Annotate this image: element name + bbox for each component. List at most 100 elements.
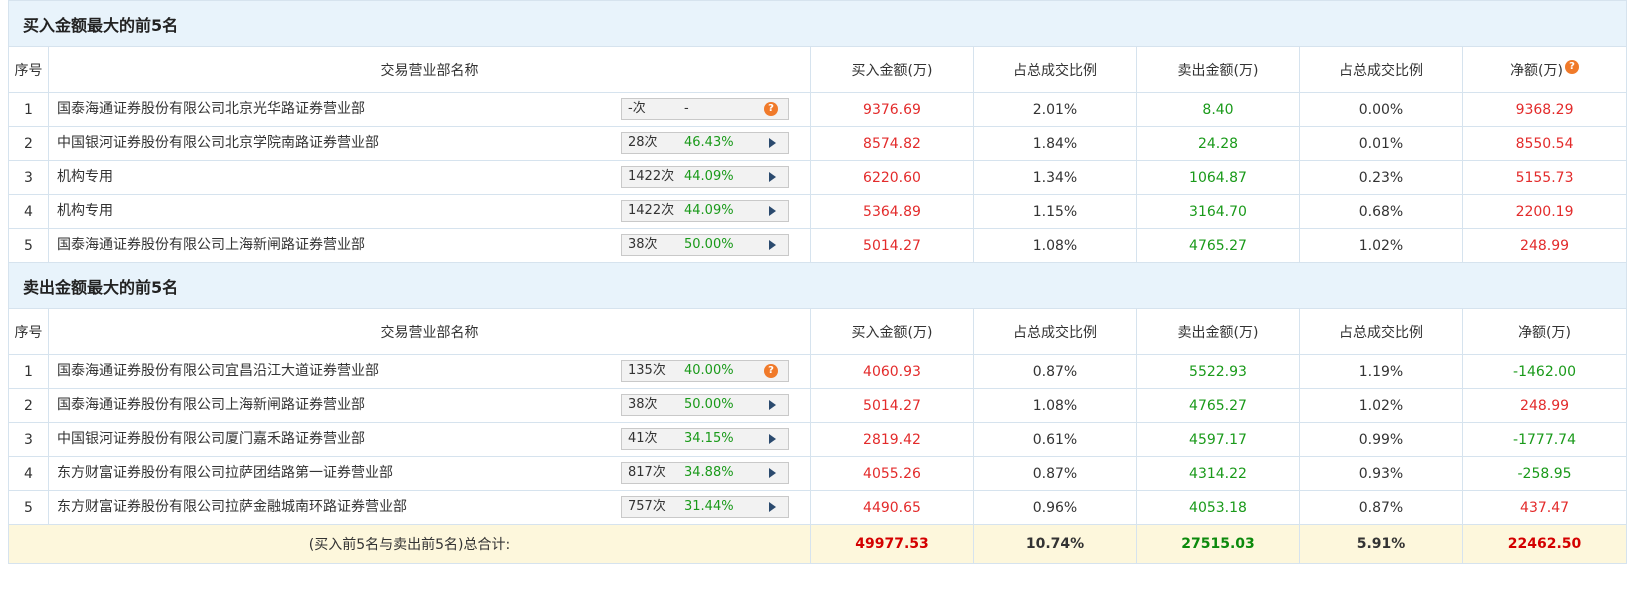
table-row: 5 国泰海通证券股份有限公司上海新闸路证券营业部 38次 50.00% 5014.27 1…	[8, 228, 1627, 263]
buy-ratio: 0.87%	[973, 354, 1137, 389]
header-net: 净额(万)	[1461, 308, 1627, 355]
net-amount: 8550.54	[1461, 126, 1627, 161]
table-row: 3 中国银河证券股份有限公司厦门嘉禾路证券营业部 41次 34.15% 2819.42 0…	[8, 422, 1627, 457]
sell-ratio: 0.93%	[1299, 456, 1463, 491]
broker-count: 28次	[628, 135, 658, 150]
header-name: 交易营业部名称	[48, 308, 811, 355]
play-arrow-icon[interactable]	[769, 206, 776, 216]
broker-win-rate: 40.00%	[684, 363, 734, 378]
header-idx: 序号	[8, 46, 49, 93]
buy-ratio: 1.08%	[973, 228, 1137, 263]
sell-amount: 4053.18	[1136, 490, 1300, 525]
net-amount: 2200.19	[1461, 194, 1627, 229]
broker-stat-box[interactable]: 757次 31.44%	[621, 496, 789, 518]
broker-cell: 东方财富证券股份有限公司拉萨团结路第一证券营业部 817次 34.88%	[48, 456, 811, 491]
net-amount: 437.47	[1461, 490, 1627, 525]
broker-win-rate: 31.44%	[684, 499, 734, 514]
broker-name[interactable]: 机构专用	[57, 195, 113, 228]
help-icon[interactable]: ?	[1565, 59, 1579, 74]
buy-amount: 4060.93	[810, 354, 974, 389]
header-sell-ratio: 占总成交比例	[1299, 46, 1463, 93]
header-buy-ratio: 占总成交比例	[973, 46, 1137, 93]
broker-stat-box[interactable]: 1422次 44.09%	[621, 200, 789, 222]
sell-amount: 24.28	[1136, 126, 1300, 161]
sell-amount: 8.40	[1136, 92, 1300, 127]
buy-ratio: 1.84%	[973, 126, 1137, 161]
buy-amount: 8574.82	[810, 126, 974, 161]
broker-count: 817次	[628, 465, 666, 480]
broker-stat-box[interactable]: 1422次 44.09%	[621, 166, 789, 188]
net-amount: 5155.73	[1461, 160, 1627, 195]
header-buy: 买入金额(万)	[810, 46, 974, 93]
broker-name[interactable]: 东方财富证券股份有限公司拉萨金融城南环路证券营业部	[57, 491, 407, 524]
broker-cell: 机构专用 1422次 44.09%	[48, 194, 811, 229]
sell-ratio: 1.19%	[1299, 354, 1463, 389]
broker-count: 1422次	[628, 203, 675, 218]
table-row: 4 机构专用 1422次 44.09% 5364.89 1.15% 3164.70 0.68%…	[8, 194, 1627, 229]
buy-ratio: 1.34%	[973, 160, 1137, 195]
broker-stat-box[interactable]: -次 -?	[621, 98, 789, 120]
broker-stat-box[interactable]: 38次 50.00%	[621, 394, 789, 416]
broker-stat-box[interactable]: 41次 34.15%	[621, 428, 789, 450]
table-row: 1 国泰海通证券股份有限公司宜昌沿江大道证券营业部 135次 40.00%? 4060.…	[8, 354, 1627, 389]
buy-amount: 2819.42	[810, 422, 974, 457]
play-arrow-icon[interactable]	[769, 502, 776, 512]
sell-amount: 5522.93	[1136, 354, 1300, 389]
help-icon[interactable]: ?	[764, 364, 778, 378]
broker-cell: 国泰海通证券股份有限公司宜昌沿江大道证券营业部 135次 40.00%?	[48, 354, 811, 389]
broker-name[interactable]: 国泰海通证券股份有限公司上海新闸路证券营业部	[57, 229, 365, 262]
broker-name[interactable]: 东方财富证券股份有限公司拉萨团结路第一证券营业部	[57, 457, 393, 490]
broker-count: -次	[628, 101, 646, 116]
table-row: 5 东方财富证券股份有限公司拉萨金融城南环路证券营业部 757次 31.44% 4490…	[8, 490, 1627, 525]
broker-win-rate: 50.00%	[684, 397, 734, 412]
broker-stat-box[interactable]: 28次 46.43%	[621, 132, 789, 154]
buy-amount: 4490.65	[810, 490, 974, 525]
row-index: 1	[8, 354, 49, 389]
total-buy-ratio: 10.74%	[973, 524, 1137, 564]
total-net: 22462.50	[1461, 524, 1627, 564]
broker-name[interactable]: 国泰海通证券股份有限公司宜昌沿江大道证券营业部	[57, 355, 379, 388]
play-arrow-icon[interactable]	[769, 434, 776, 444]
broker-cell: 中国银河证券股份有限公司北京学院南路证券营业部 28次 46.43%	[48, 126, 811, 161]
table-row: 2 国泰海通证券股份有限公司上海新闸路证券营业部 38次 50.00% 5014.27 1…	[8, 388, 1627, 423]
header-net: 净额(万)?	[1461, 46, 1627, 93]
sell-ratio: 0.68%	[1299, 194, 1463, 229]
broker-stat-box[interactable]: 817次 34.88%	[621, 462, 789, 484]
broker-name[interactable]: 中国银河证券股份有限公司北京学院南路证券营业部	[57, 127, 379, 160]
broker-stat-box[interactable]: 38次 50.00%	[621, 234, 789, 256]
table-row: 2 中国银河证券股份有限公司北京学院南路证券营业部 28次 46.43% 8574.82…	[8, 126, 1627, 161]
buy-amount: 5364.89	[810, 194, 974, 229]
buy-amount: 4055.26	[810, 456, 974, 491]
broker-cell: 中国银河证券股份有限公司厦门嘉禾路证券营业部 41次 34.15%	[48, 422, 811, 457]
broker-name[interactable]: 国泰海通证券股份有限公司上海新闸路证券营业部	[57, 389, 365, 422]
broker-name[interactable]: 机构专用	[57, 161, 113, 194]
play-arrow-icon[interactable]	[769, 468, 776, 478]
row-index: 5	[8, 228, 49, 263]
sell-header-row: 序号 交易营业部名称 买入金额(万) 占总成交比例 卖出金额(万) 占总成交比例…	[8, 308, 1627, 355]
buy-amount: 5014.27	[810, 228, 974, 263]
play-arrow-icon[interactable]	[769, 172, 776, 182]
sell-amount: 4765.27	[1136, 228, 1300, 263]
billboard-table: 买入金额最大的前5名 序号 交易营业部名称 买入金额(万) 占总成交比例 卖出金…	[7, 0, 1627, 564]
header-idx: 序号	[8, 308, 49, 355]
row-index: 1	[8, 92, 49, 127]
play-arrow-icon[interactable]	[769, 240, 776, 250]
net-amount: -1777.74	[1461, 422, 1627, 457]
broker-win-rate: 34.15%	[684, 431, 734, 446]
row-index: 3	[8, 422, 49, 457]
broker-win-rate: 44.09%	[684, 203, 734, 218]
play-arrow-icon[interactable]	[769, 138, 776, 148]
buy-ratio: 0.87%	[973, 456, 1137, 491]
help-icon[interactable]: ?	[764, 102, 778, 116]
buy-ratio: 2.01%	[973, 92, 1137, 127]
total-label: (买入前5名与卖出前5名)总合计:	[8, 524, 811, 564]
broker-count: 757次	[628, 499, 666, 514]
row-index: 2	[8, 126, 49, 161]
broker-name[interactable]: 中国银河证券股份有限公司厦门嘉禾路证券营业部	[57, 423, 365, 456]
broker-name[interactable]: 国泰海通证券股份有限公司北京光华路证券营业部	[57, 93, 365, 126]
sell-amount: 4314.22	[1136, 456, 1300, 491]
sell-amount: 4765.27	[1136, 388, 1300, 423]
broker-stat-box[interactable]: 135次 40.00%?	[621, 360, 789, 382]
play-arrow-icon[interactable]	[769, 400, 776, 410]
total-sell-ratio: 5.91%	[1299, 524, 1463, 564]
